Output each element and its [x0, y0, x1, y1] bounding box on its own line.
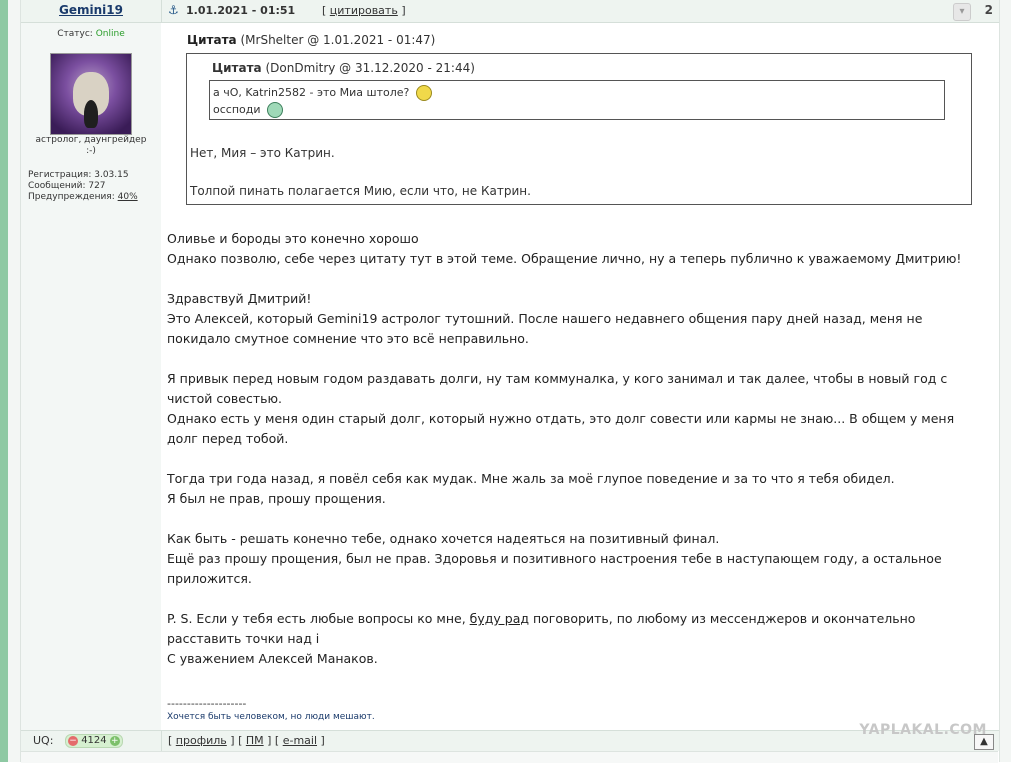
inner-quote-header: Цитата (DonDmitry @ 31.12.2020 - 21:44) — [212, 61, 475, 75]
signature-text: Хочется быть человеком, но люди мешают. — [167, 712, 375, 722]
user-registration: Регистрация: 3.03.15 — [28, 170, 129, 180]
inner-quote-text1: а чО, Katrin2582 - это Миа штоле? — [213, 86, 410, 99]
cite-link[interactable]: цитировать — [330, 4, 398, 17]
ps-link[interactable]: буду рад — [470, 611, 529, 626]
warnings-value-link[interactable]: 40% — [118, 192, 138, 202]
inner-quote-title: Цитата — [212, 61, 262, 75]
outer-quote-header: Цитата (MrShelter @ 1.01.2021 - 01:47) — [187, 33, 435, 47]
inner-quote-meta: (DonDmitry @ 31.12.2020 - 21:44) — [265, 61, 475, 75]
vote-down-icon[interactable]: ▾ — [953, 3, 971, 21]
user-posts: Сообщений: 727 — [28, 181, 106, 191]
ps-text-c: поговорить, по любому из мессенджеров и … — [529, 611, 916, 626]
post-footer: [ профиль ] [ ПМ ] [ e-mail ] YAPLAKAL.C… — [161, 722, 999, 751]
user-title-line2: :-) — [86, 146, 96, 156]
body-line: Оливье и бороды это конечно хорошо — [167, 231, 419, 246]
body-line: Я был не прав, прошу прощения. — [167, 491, 386, 506]
smiley-icon — [415, 85, 432, 101]
cite-control: [ цитировать ] — [322, 4, 406, 17]
avatar[interactable] — [50, 53, 132, 135]
username-link[interactable]: Gemini19 — [21, 3, 161, 17]
body-line-ps: P. S. Если у тебя есть любые вопросы ко … — [167, 609, 991, 629]
outer-quote-title: Цитата — [187, 33, 237, 47]
email-link[interactable]: e-mail — [283, 734, 317, 747]
uq-label: UQ: — [33, 734, 54, 747]
body-line: Однако позволю, себе через цитату тут в … — [167, 251, 962, 266]
avatar-beak — [84, 100, 98, 128]
footer-links: [ профиль ] [ ПМ ] [ e-mail ] — [168, 734, 325, 747]
smiley-sad-icon — [267, 102, 284, 118]
outer-quote-box: Цитата (DonDmitry @ 31.12.2020 - 21:44) … — [186, 53, 972, 205]
post-header: ⚓ 1.01.2021 - 01:51 [ цитировать ] ▾ 2 — [161, 0, 999, 23]
post-footer-user: UQ: − 4124 + — [21, 730, 161, 751]
status-label: Статус: — [57, 29, 93, 39]
post-header-user: Gemini19 — [21, 0, 161, 23]
user-title: астролог, даунгрейдер :-) — [21, 135, 161, 157]
outer-quote-line1: Нет, Мия – это Катрин. — [190, 146, 335, 160]
post-body: Оливье и бороды это конечно хорошо Однак… — [167, 229, 991, 669]
body-line: Здравствуй Дмитрий! — [167, 291, 312, 306]
post-content: Цитата (MrShelter @ 1.01.2021 - 01:47) Ц… — [162, 23, 998, 730]
inner-quote-box: а чО, Katrin2582 - это Миа штоле? осспод… — [209, 80, 945, 120]
user-status: Статус: Online — [21, 29, 161, 39]
pm-link[interactable]: ПМ — [246, 734, 264, 747]
body-line: Ещё раз прошу прощения, был не прав. Здо… — [167, 551, 942, 566]
user-sidebar: Статус: Online астролог, даунгрейдер :-)… — [21, 23, 161, 730]
body-line: расставить точки над i — [167, 631, 320, 646]
user-stats: Регистрация: 3.03.15 Сообщений: 727 Пред… — [28, 170, 138, 203]
uq-badge: − 4124 + — [65, 734, 123, 748]
uq-plus-icon[interactable]: + — [109, 736, 120, 746]
body-line: приложится. — [167, 571, 252, 586]
ps-text-a: P. S. Если у тебя есть любые вопросы ко … — [167, 611, 470, 626]
scroll-top-icon[interactable]: ▲ — [974, 734, 994, 750]
site-watermark: YAPLAKAL.COM — [859, 722, 987, 738]
right-gutter — [999, 0, 1011, 762]
post-date: 1.01.2021 - 01:51 — [186, 4, 296, 17]
uq-minus-icon[interactable]: − — [68, 736, 78, 746]
body-line: Я привык перед новым годом раздавать дол… — [167, 371, 948, 386]
body-line: Это Алексей, который Gemini19 астролог т… — [167, 311, 923, 326]
inner-quote-text2: оссподи — [213, 103, 261, 116]
bottom-band — [21, 751, 998, 763]
status-value: Online — [95, 29, 125, 39]
body-line: покидало смутное сомнение что это всё не… — [167, 331, 529, 346]
body-line: Однако есть у меня один старый долг, кот… — [167, 411, 955, 426]
signature-divider: -------------------- — [167, 697, 247, 710]
uq-value: 4124 — [81, 735, 107, 746]
inner-quote-line1: а чО, Katrin2582 - это Миа штоле? — [213, 85, 432, 101]
inner-quote-line2: оссподи — [213, 102, 284, 118]
vote-count: 2 — [984, 3, 993, 17]
anchor-icon[interactable]: ⚓ — [168, 3, 179, 17]
outer-quote-line2: Толпой пинать полагается Мию, если что, … — [190, 184, 531, 198]
outer-quote-meta: (MrShelter @ 1.01.2021 - 01:47) — [240, 33, 436, 47]
body-line: Как быть - решать конечно тебе, однако х… — [167, 531, 720, 546]
body-line: долг перед тобой. — [167, 431, 289, 446]
profile-link[interactable]: профиль — [176, 734, 227, 747]
body-line: Тогда три года назад, я повёл себя как м… — [167, 471, 895, 486]
left-gutter — [8, 0, 20, 762]
warnings-label: Предупреждения: — [28, 192, 115, 202]
user-title-line1: астролог, даунгрейдер — [35, 135, 147, 145]
left-border-strip — [0, 0, 8, 762]
user-warnings: Предупреждения: 40% — [28, 192, 138, 203]
body-line: чистой совестью. — [167, 391, 283, 406]
body-line: С уважением Алексей Манаков. — [167, 651, 378, 666]
